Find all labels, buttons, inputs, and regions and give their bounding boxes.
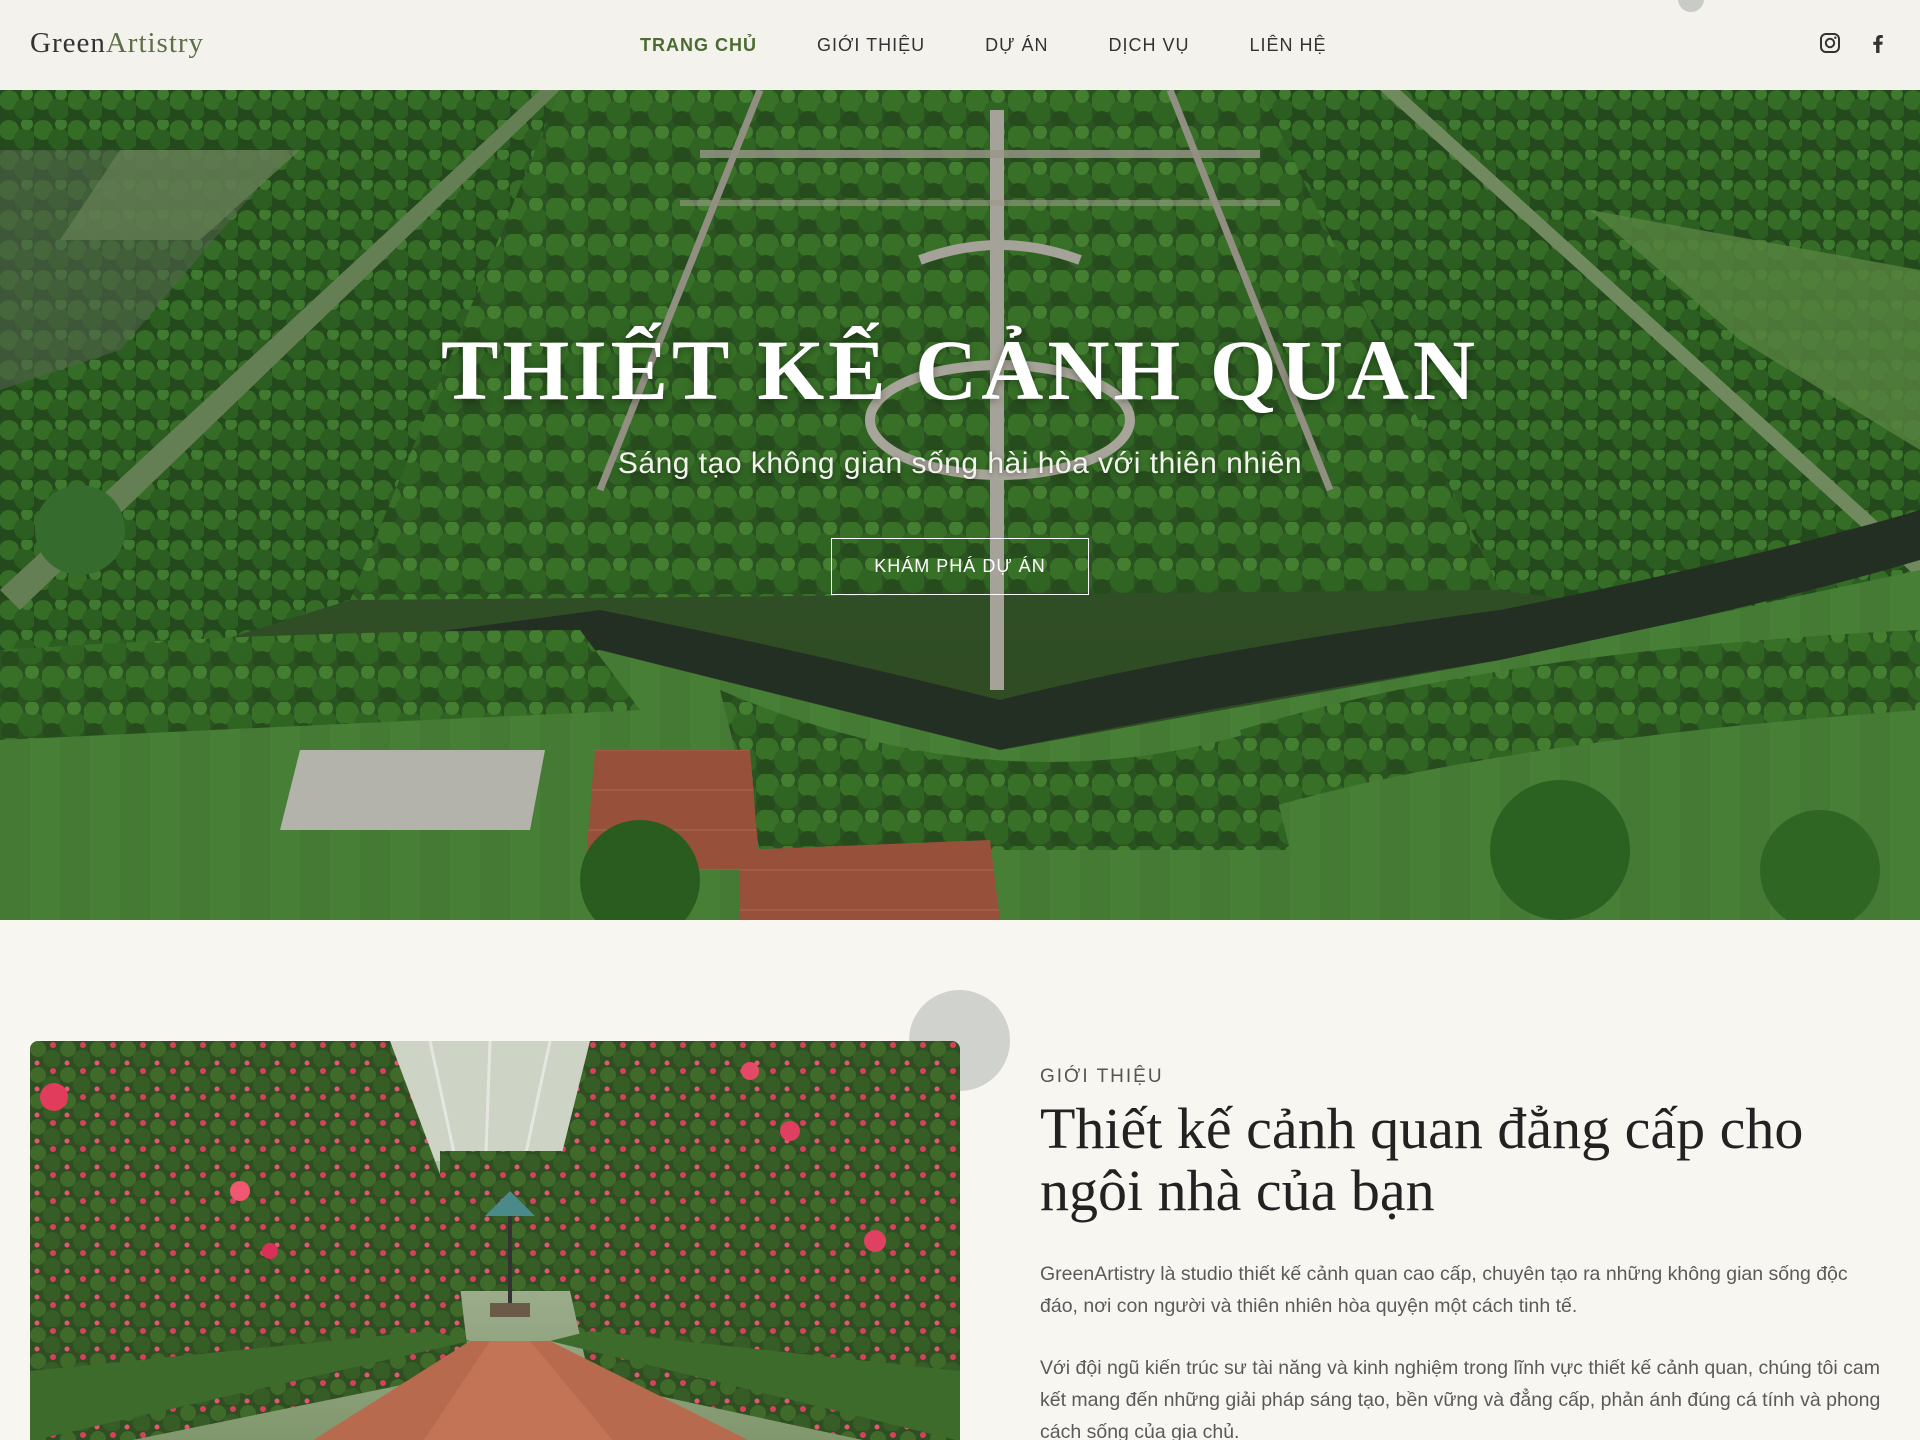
hero-overlay <box>0 90 1920 920</box>
about-heading: Thiết kế cảnh quan đẳng cấp cho ngôi nhà… <box>1040 1096 1804 1223</box>
about-kicker: GIỚI THIỆU <box>1040 1066 1164 1087</box>
hero-title: THIẾT KẾ CẢNH QUAN <box>440 322 1480 418</box>
nav-item-contact[interactable]: LIÊN HỆ <box>1250 35 1327 56</box>
nav-item-services[interactable]: DỊCH VỤ <box>1109 35 1190 56</box>
logo-text-green: Green <box>30 27 106 59</box>
explore-projects-button[interactable]: KHÁM PHÁ DỰ ÁN <box>831 538 1089 595</box>
site-logo[interactable]: GreenArtistry <box>30 27 204 60</box>
about-paragraph-1: GreenArtistry là studio thiết kế cảnh qu… <box>1040 1263 1848 1317</box>
logo-text-artistry: Artistry <box>105 27 205 59</box>
main-nav: TRANG CHỦ GIỚI THIỆU DỰ ÁN DỊCH VỤ LIÊN … <box>640 0 1387 90</box>
hero-subtitle: Sáng tạo không gian sống hài hòa với thi… <box>617 447 1303 480</box>
nav-item-projects[interactable]: DỰ ÁN <box>985 35 1048 56</box>
facebook-icon[interactable] <box>1866 31 1890 55</box>
flower-garden-path-image <box>30 1041 960 1440</box>
about-section: GIỚI THIỆU Thiết kế cảnh quan đẳng cấp c… <box>0 920 1920 1440</box>
about-paragraph-2: Với đội ngũ kiến trúc sư tài năng và kin… <box>1040 1357 1881 1440</box>
site-header: GreenArtistry TRANG CHỦ GIỚI THIỆU DỰ ÁN… <box>0 0 1920 90</box>
hero-section: THIẾT KẾ CẢNH QUAN Sáng tạo không gian s… <box>0 90 1920 920</box>
instagram-icon[interactable] <box>1818 31 1842 55</box>
nav-item-about[interactable]: GIỚI THIỆU <box>817 35 925 56</box>
about-garden-image <box>30 1041 960 1440</box>
social-links <box>1818 31 1890 55</box>
nav-item-home[interactable]: TRANG CHỦ <box>640 35 757 56</box>
